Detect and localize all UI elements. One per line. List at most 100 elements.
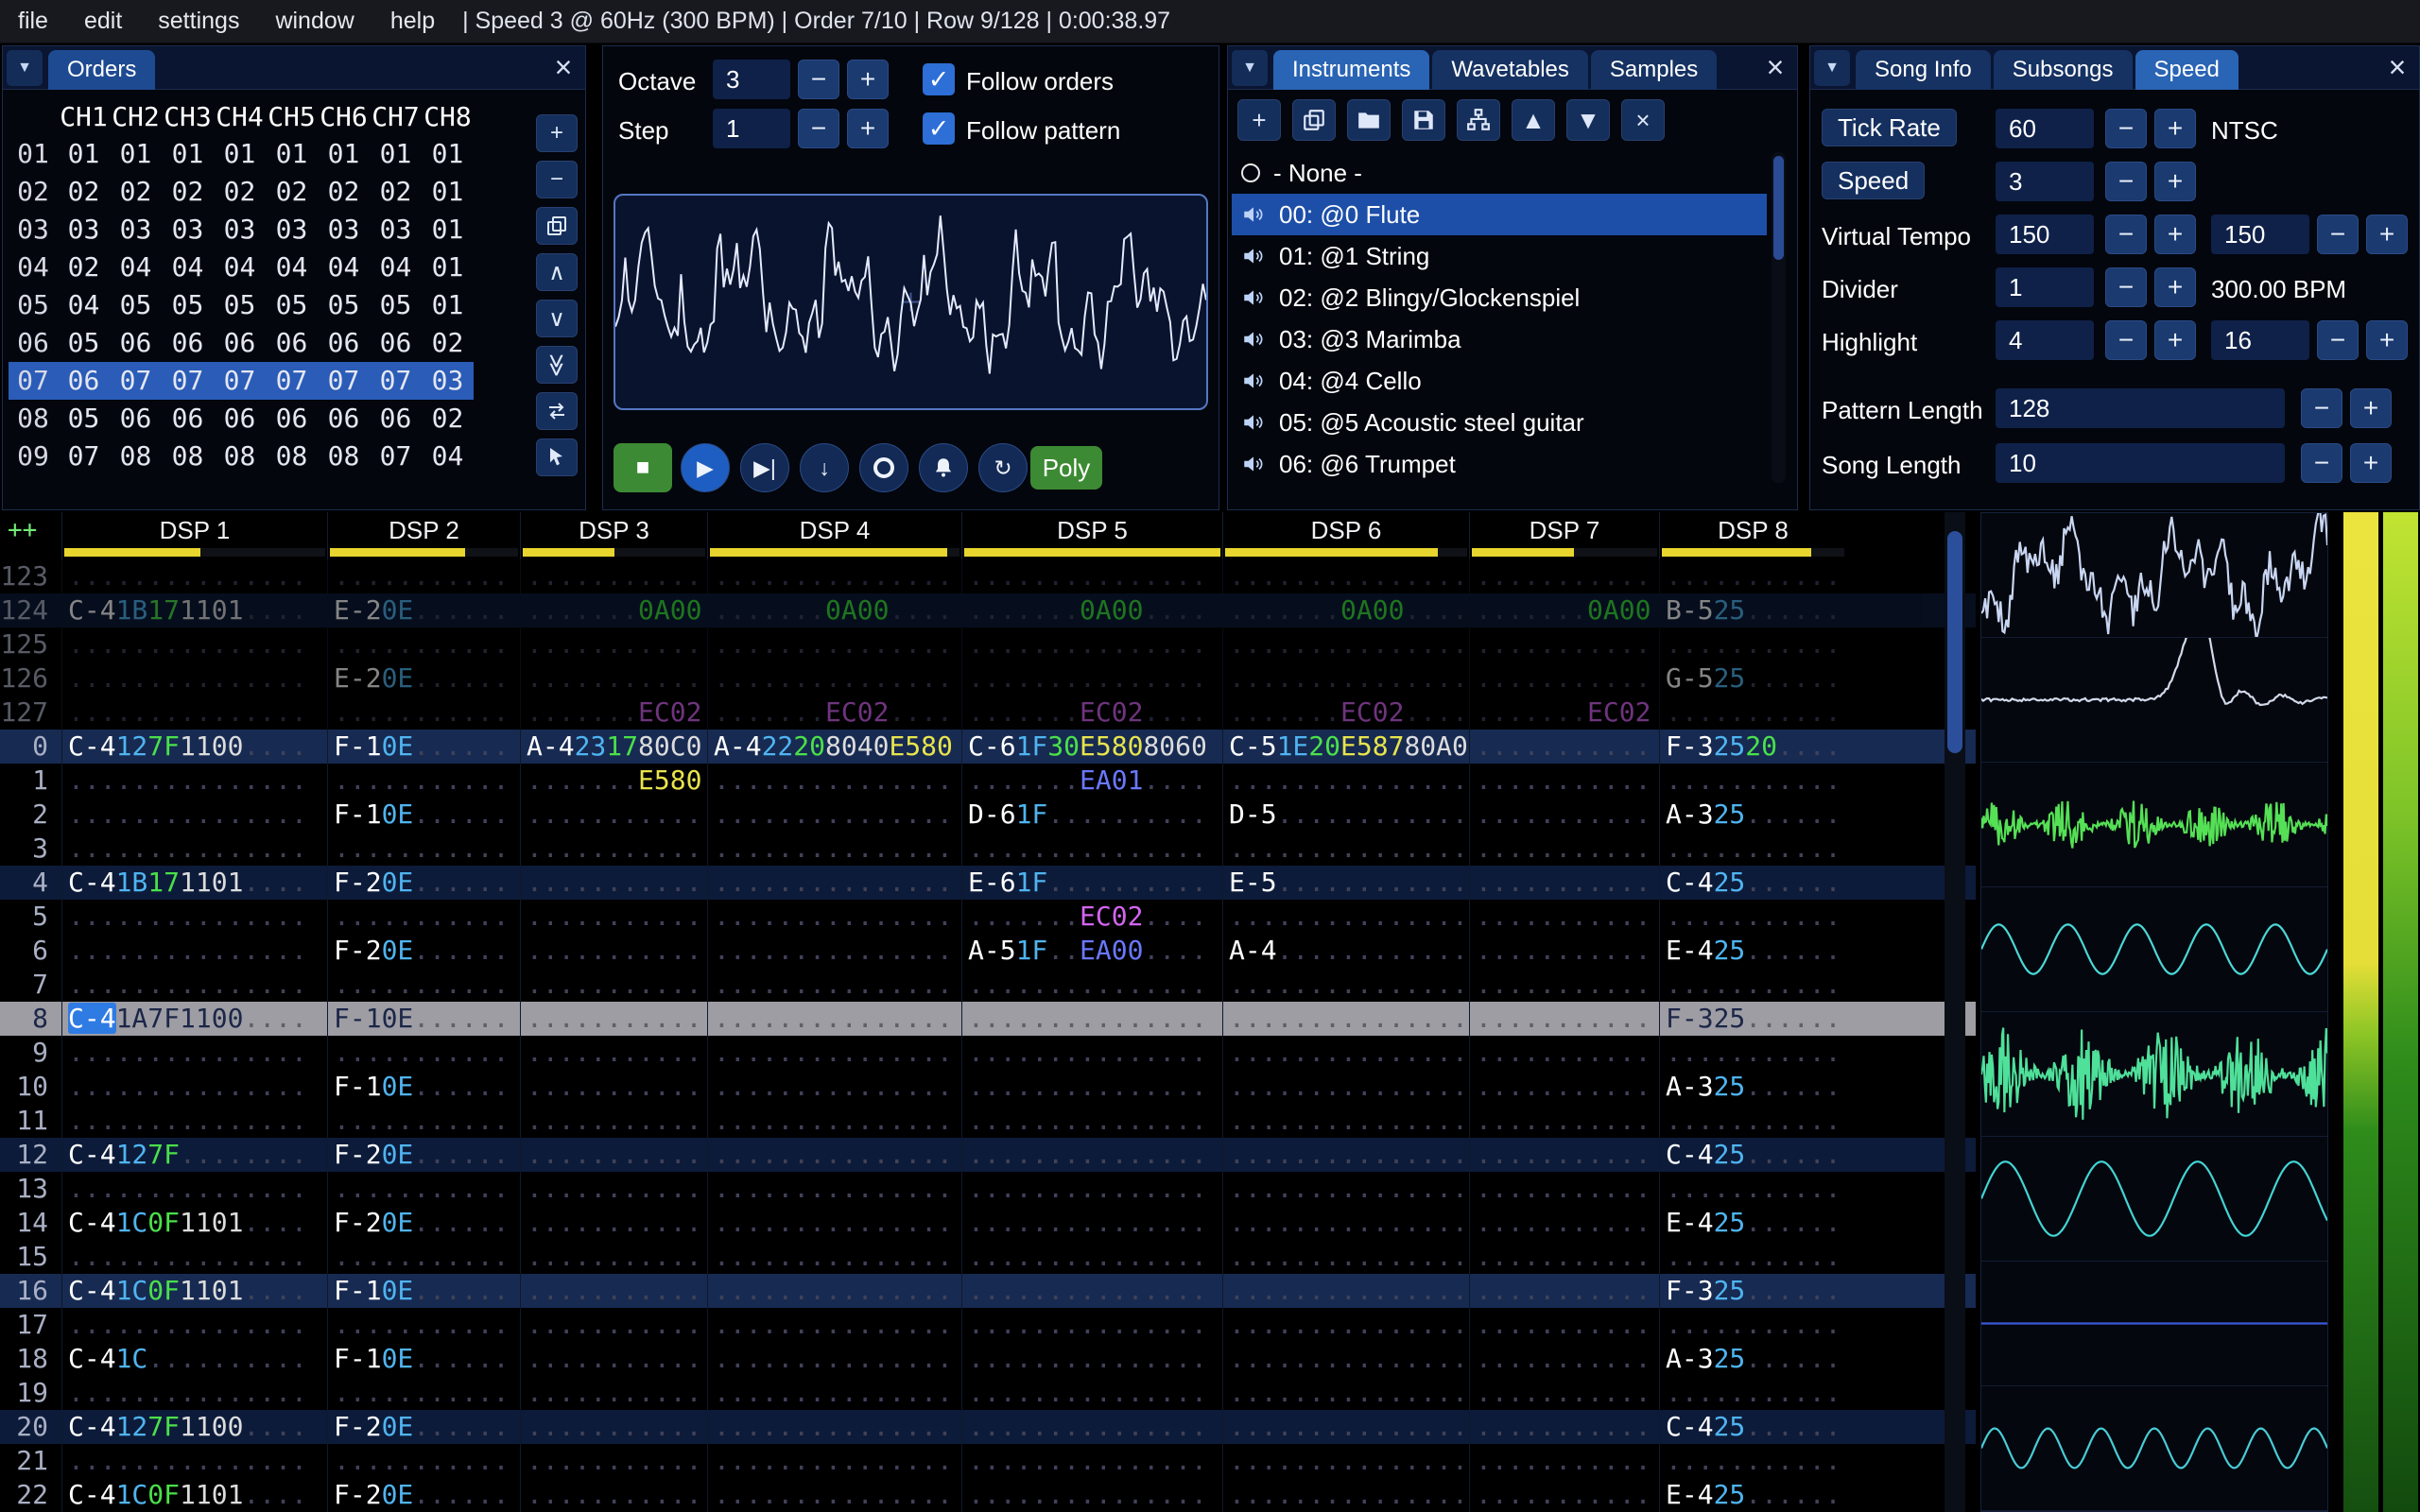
pattern-cell[interactable]: ............... <box>961 1308 1222 1342</box>
pattern-cell[interactable]: .......EC02 <box>1469 696 1659 730</box>
pattern-cell[interactable]: C-4127F1100.... <box>61 1410 327 1444</box>
pattern-cell[interactable]: F-20E...... <box>327 1478 520 1512</box>
pattern-cell[interactable]: ............... <box>61 1172 327 1206</box>
pattern-cell[interactable]: ............... <box>961 627 1222 662</box>
pattern-cell[interactable]: A-4............ <box>1222 934 1469 968</box>
pattern-cell[interactable]: ........... <box>327 764 520 798</box>
pattern-cell[interactable]: ........... <box>1659 696 1846 730</box>
pattern-cell[interactable]: C-4127F........ <box>61 1138 327 1172</box>
pattern-cell[interactable]: ............... <box>1222 1138 1469 1172</box>
order-row-number[interactable]: 04 <box>9 249 58 286</box>
pattern-cell[interactable]: ........... <box>520 1070 707 1104</box>
pattern-cell[interactable]: C-41B171101.... <box>61 866 327 900</box>
step-decrease-button[interactable]: − <box>798 109 839 148</box>
pattern-cell[interactable]: ........... <box>520 934 707 968</box>
pattern-cell[interactable]: ........... <box>1469 1206 1659 1240</box>
tab-instruments[interactable]: Instruments <box>1273 49 1430 90</box>
pattern-cell[interactable]: ........... <box>1659 1036 1846 1070</box>
tab-samples[interactable]: Samples <box>1590 49 1718 90</box>
order-cell[interactable]: 07 <box>214 362 266 400</box>
divider-increase-button[interactable]: + <box>2154 267 2196 307</box>
order-cell[interactable]: 01 <box>422 173 474 211</box>
order-cell[interactable]: 06 <box>214 400 266 438</box>
pattern-cell[interactable]: C-41B171101.... <box>61 593 327 627</box>
order-cell[interactable]: 03 <box>58 211 110 249</box>
play-button[interactable]: ▶ <box>681 443 730 492</box>
pattern-cell[interactable]: ............... <box>707 832 961 866</box>
pattern-cell[interactable]: ........... <box>520 968 707 1002</box>
order-cell[interactable]: 02 <box>422 400 474 438</box>
follow-pattern-checkbox[interactable]: ✓ <box>923 112 955 145</box>
pattern-cell[interactable]: ............... <box>961 1444 1222 1478</box>
pattern-cell[interactable]: F-32520.... <box>1659 730 1846 764</box>
order-cell[interactable]: 03 <box>162 211 214 249</box>
pattern-cell[interactable]: ............... <box>707 900 961 934</box>
pattern-cell[interactable]: ............... <box>707 764 961 798</box>
pattern-cell[interactable]: ............... <box>961 832 1222 866</box>
pattern-cell[interactable]: F-10E...... <box>327 1274 520 1308</box>
pattern-cell[interactable]: ........... <box>1659 968 1846 1002</box>
highlight2-increase-button[interactable]: + <box>2366 320 2408 360</box>
instrument-item[interactable]: - None - <box>1232 152 1767 194</box>
pattern-cell[interactable]: .......0A00.... <box>707 593 961 627</box>
pattern-cell[interactable]: ............... <box>1222 968 1469 1002</box>
move-order-down-button[interactable]: ∨ <box>536 300 578 337</box>
pattern-cell[interactable]: ............... <box>61 662 327 696</box>
octave-input[interactable]: 3 <box>713 60 790 99</box>
pattern-cell[interactable]: ............... <box>707 798 961 832</box>
pattern-cell[interactable]: ............... <box>61 1070 327 1104</box>
pattern-cell[interactable]: ............... <box>707 1138 961 1172</box>
order-cell[interactable]: 01 <box>422 249 474 286</box>
pattern-cell[interactable]: ............... <box>707 1172 961 1206</box>
menu-item-settings[interactable]: settings <box>140 8 257 34</box>
pattern-cell[interactable]: ............... <box>707 1478 961 1512</box>
pattern-cell[interactable]: ............... <box>61 1444 327 1478</box>
move-instrument-up-button[interactable]: ▲ <box>1512 99 1555 141</box>
pattern-cell[interactable]: ............... <box>1222 832 1469 866</box>
pattern-cell[interactable]: ........... <box>520 798 707 832</box>
pattern-cell[interactable]: E-61F.......... <box>961 866 1222 900</box>
order-cell[interactable]: 03 <box>110 211 162 249</box>
pattern-cell[interactable]: ............... <box>961 1070 1222 1104</box>
pattern-cell[interactable]: ........... <box>1469 1410 1659 1444</box>
metronome-button[interactable] <box>919 443 968 492</box>
song-length-decrease-button[interactable]: − <box>2301 443 2342 483</box>
pattern-cell[interactable]: ............... <box>1222 764 1469 798</box>
pattern-cell[interactable]: F-10E...... <box>327 1070 520 1104</box>
step-row-button[interactable]: ↓ <box>800 443 849 492</box>
pattern-cell[interactable]: ........... <box>1659 1104 1846 1138</box>
speed-input[interactable]: 3 <box>1996 162 2094 201</box>
play-pattern-button[interactable]: ▶| <box>740 443 789 492</box>
pattern-cell[interactable]: ........... <box>1659 832 1846 866</box>
pattern-cell[interactable]: F-20E...... <box>327 1206 520 1240</box>
order-cell[interactable]: 02 <box>214 173 266 211</box>
order-cell[interactable]: 03 <box>422 362 474 400</box>
pattern-cell[interactable]: F-20E...... <box>327 934 520 968</box>
pattern-cell[interactable]: C-61F30E5808060 <box>961 730 1222 764</box>
order-cell[interactable]: 06 <box>318 324 370 362</box>
pattern-cell[interactable]: ........... <box>327 1376 520 1410</box>
order-cell[interactable]: 06 <box>266 400 318 438</box>
virtual-tempo-den-increase-button[interactable]: + <box>2366 215 2408 254</box>
pattern-cell[interactable]: ............... <box>707 1104 961 1138</box>
order-cell[interactable]: 05 <box>318 286 370 324</box>
close-icon[interactable]: × <box>2376 46 2419 90</box>
pattern-cell[interactable]: ........... <box>1469 627 1659 662</box>
pattern-cell[interactable]: ............... <box>1222 1376 1469 1410</box>
channel-header[interactable]: DSP 7 <box>1469 512 1659 559</box>
order-cell[interactable]: 06 <box>370 400 422 438</box>
tab-wavetables[interactable]: Wavetables <box>1432 49 1588 90</box>
pattern-cell[interactable]: F-325...... <box>1659 1274 1846 1308</box>
step-increase-button[interactable]: + <box>847 109 889 148</box>
pattern-cell[interactable]: ........... <box>327 968 520 1002</box>
order-cell[interactable]: 07 <box>110 362 162 400</box>
octave-decrease-button[interactable]: − <box>798 60 839 99</box>
pattern-cell[interactable]: E-425...... <box>1659 1478 1846 1512</box>
pattern-cell[interactable]: ........... <box>1469 1104 1659 1138</box>
pattern-cell[interactable]: ........... <box>1659 1376 1846 1410</box>
pattern-cell[interactable]: .......EC02.... <box>961 900 1222 934</box>
pattern-cell[interactable]: ............... <box>1222 662 1469 696</box>
tick-rate-input[interactable]: 60 <box>1996 109 2094 148</box>
divider-decrease-button[interactable]: − <box>2105 267 2147 307</box>
order-cell[interactable]: 04 <box>110 249 162 286</box>
